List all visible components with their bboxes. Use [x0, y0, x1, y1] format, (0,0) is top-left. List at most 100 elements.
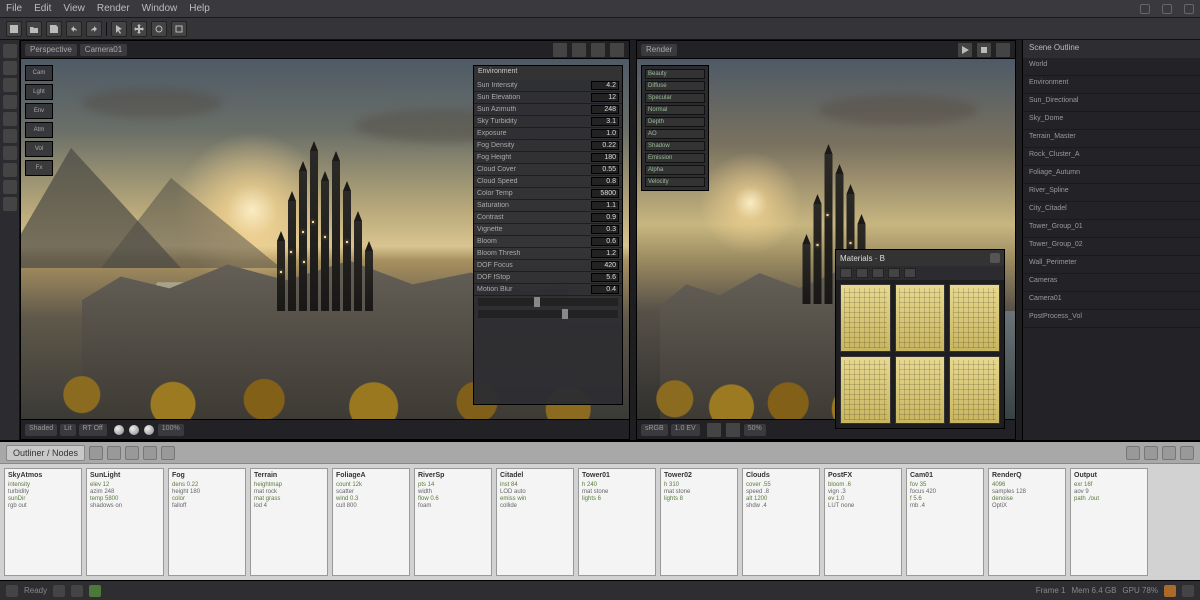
channel-item[interactable]: Diffuse [645, 81, 705, 91]
property-row[interactable]: Cloud Speed0.8 [474, 176, 622, 188]
node-row[interactable]: SkyAtmosintensityturbiditysunDirrgb outS… [0, 464, 1200, 580]
render-play-icon[interactable] [957, 42, 973, 58]
property-value[interactable]: 0.22 [591, 141, 619, 150]
render-prev-icon[interactable] [706, 422, 722, 438]
property-row[interactable]: Bloom0.6 [474, 236, 622, 248]
browser-sort-icon[interactable] [107, 446, 121, 460]
dock-tool-1-icon[interactable] [3, 44, 17, 58]
property-row[interactable]: Vignette0.3 [474, 224, 622, 236]
material-swatch-panel[interactable]: Materials · B [835, 249, 1005, 429]
outline-item[interactable]: Rock_Cluster_A [1023, 148, 1200, 166]
swatch-1[interactable] [840, 284, 891, 352]
swatch-5[interactable] [895, 356, 946, 424]
node-card[interactable]: FoliageAcount 12kscatterwind 0.3cull 800 [332, 468, 410, 576]
nav-pan-icon[interactable] [128, 424, 140, 436]
property-row[interactable]: Fog Height180 [474, 152, 622, 164]
swatch-menu-icon[interactable] [990, 253, 1000, 263]
status-log-icon[interactable] [1182, 585, 1194, 597]
property-value[interactable]: 0.6 [591, 237, 619, 246]
property-row[interactable]: Sun Intensity4.2 [474, 80, 622, 92]
swatch-4[interactable] [840, 356, 891, 424]
chip-shaded[interactable]: Shaded [25, 424, 57, 436]
node-browser-tab[interactable]: Outliner / Nodes [6, 445, 85, 461]
node-card[interactable]: Outputexr 16faov 9path ./out [1070, 468, 1148, 576]
property-row[interactable]: Sun Azimuth248 [474, 104, 622, 116]
property-row[interactable]: Contrast0.9 [474, 212, 622, 224]
viewport-lit-icon[interactable] [590, 42, 606, 58]
node-card[interactable]: Citadelinst 84LOD autoemiss wincollide [496, 468, 574, 576]
viewport-render[interactable]: Render BeautyDiffuseSpecularNormalDe [636, 40, 1016, 440]
dock-tool-8-icon[interactable] [3, 163, 17, 177]
outline-item[interactable]: Environment [1023, 76, 1200, 94]
close-icon[interactable] [1184, 4, 1194, 14]
property-row[interactable]: Sky Turbidity3.1 [474, 116, 622, 128]
channel-item[interactable]: Emission [645, 153, 705, 163]
property-value[interactable]: 0.9 [591, 213, 619, 222]
menu-edit[interactable]: Edit [34, 3, 51, 14]
outline-item[interactable]: World [1023, 58, 1200, 76]
channel-item[interactable]: AO [645, 129, 705, 139]
chip-exposure[interactable]: 1.0 EV [671, 424, 700, 436]
property-value[interactable]: 12 [591, 93, 619, 102]
property-value[interactable]: 5.6 [591, 273, 619, 282]
scale-tool-icon[interactable] [171, 21, 187, 37]
properties-panel[interactable]: Environment Sun Intensity4.2Sun Elevatio… [473, 65, 623, 405]
redo-icon[interactable] [86, 21, 102, 37]
property-value[interactable]: 0.55 [591, 165, 619, 174]
node-card[interactable]: Cloudscover .55speed .8alt 1200shdw .4 [742, 468, 820, 576]
property-value[interactable]: 0.3 [591, 225, 619, 234]
chip-lit[interactable]: Lit [60, 424, 75, 436]
viewport-wireframe-icon[interactable] [552, 42, 568, 58]
node-card[interactable]: Tower02h 310mat stonelights 8 [660, 468, 738, 576]
channel-item[interactable]: Depth [645, 117, 705, 127]
browser-list-icon[interactable] [143, 446, 157, 460]
dock-tool-10-icon[interactable] [3, 197, 17, 211]
status-warning-icon[interactable] [1164, 585, 1176, 597]
menu-render[interactable]: Render [97, 3, 130, 14]
menu-window[interactable]: Window [142, 3, 178, 14]
node-card[interactable]: Fogdens 0.22height 180colorfalloff [168, 468, 246, 576]
menu-file[interactable]: File [6, 3, 22, 14]
outline-item[interactable]: River_Spline [1023, 184, 1200, 202]
browser-add-icon[interactable] [1126, 446, 1140, 460]
browser-search-icon[interactable] [161, 446, 175, 460]
chip-colorspace[interactable]: sRGB [641, 424, 668, 436]
node-card[interactable]: SunLightelev 12azim 248temp 5800shadows … [86, 468, 164, 576]
menu-view[interactable]: View [63, 3, 85, 14]
channel-item[interactable]: Beauty [645, 69, 705, 79]
property-row[interactable]: Color Temp5800 [474, 188, 622, 200]
channel-item[interactable]: Alpha [645, 165, 705, 175]
property-value[interactable]: 420 [591, 261, 619, 270]
viewport-settings-icon[interactable] [609, 42, 625, 58]
node-card[interactable]: SkyAtmosintensityturbiditysunDirrgb out [4, 468, 82, 576]
maximize-icon[interactable] [1162, 4, 1172, 14]
quick-atmos-icon[interactable]: Atm [25, 122, 53, 138]
chip-rt[interactable]: RT Off [79, 424, 107, 436]
property-value[interactable]: 5800 [591, 189, 619, 198]
property-value[interactable]: 3.1 [591, 117, 619, 126]
swatch-6[interactable] [949, 356, 1000, 424]
node-card[interactable]: PostFXbloom .6vign .3ev 1.0LUT none [824, 468, 902, 576]
node-card[interactable]: Terrainheightmapmat rockmat grasslod 4 [250, 468, 328, 576]
properties-slider-2[interactable] [478, 310, 618, 318]
property-value[interactable]: 0.4 [591, 285, 619, 294]
quick-light-icon[interactable]: Lght [25, 84, 53, 100]
property-value[interactable]: 180 [591, 153, 619, 162]
minimize-icon[interactable] [1140, 4, 1150, 14]
quick-fx-icon[interactable]: Fx [25, 160, 53, 176]
browser-delete-icon[interactable] [1144, 446, 1158, 460]
node-card[interactable]: Cam01fov 35focus 420f 5.6mb .4 [906, 468, 984, 576]
outline-item[interactable]: PostProcess_Vol [1023, 310, 1200, 328]
node-card[interactable]: Tower01h 240mat stonelights 6 [578, 468, 656, 576]
outline-item[interactable]: Camera01 [1023, 292, 1200, 310]
rotate-tool-icon[interactable] [151, 21, 167, 37]
swatch-3[interactable] [949, 284, 1000, 352]
nav-orbit-icon[interactable] [113, 424, 125, 436]
property-value[interactable]: 1.0 [591, 129, 619, 138]
browser-filter-icon[interactable] [89, 446, 103, 460]
channel-item[interactable]: Specular [645, 93, 705, 103]
menu-help[interactable]: Help [189, 3, 210, 14]
move-tool-icon[interactable] [131, 21, 147, 37]
viewport-perspective[interactable]: Perspective Camera01 [20, 40, 630, 440]
property-row[interactable]: DOF Focus420 [474, 260, 622, 272]
